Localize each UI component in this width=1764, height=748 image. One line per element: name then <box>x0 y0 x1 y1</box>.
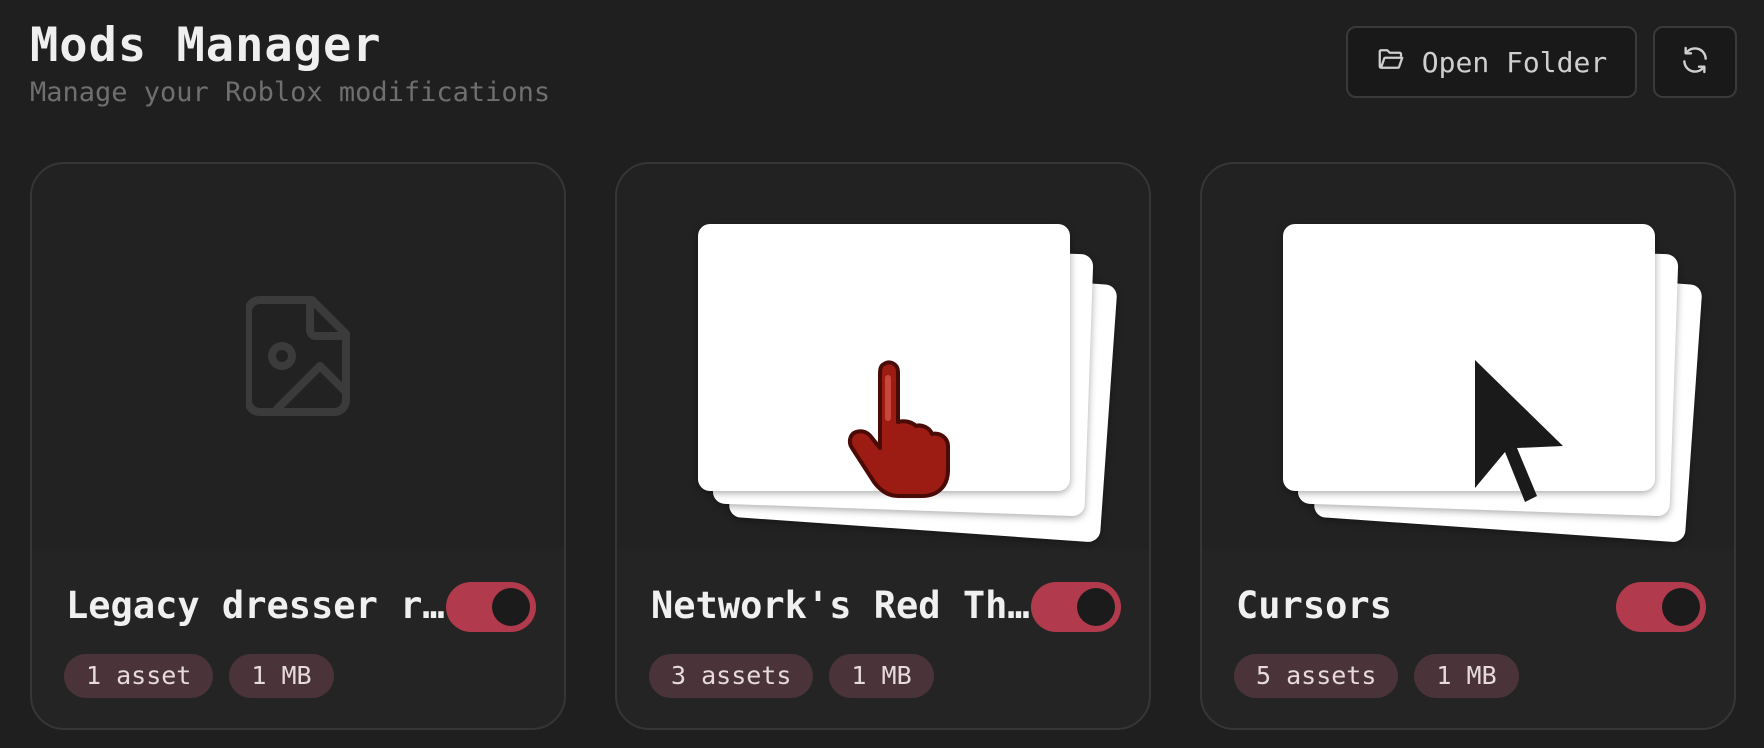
size-badge: 1 MB <box>229 654 334 698</box>
open-folder-button[interactable]: Open Folder <box>1346 26 1637 98</box>
mod-name: Legacy dresser r… <box>66 584 445 627</box>
mod-enable-toggle[interactable] <box>1031 582 1121 632</box>
asset-count-badge: 1 asset <box>64 654 214 698</box>
toggle-knob <box>1077 588 1115 626</box>
size-badge: 1 MB <box>829 654 934 698</box>
mod-preview <box>32 164 564 549</box>
toggle-knob <box>492 588 530 626</box>
mod-name: Cursors <box>1236 584 1392 627</box>
folder-open-icon <box>1376 44 1406 81</box>
preview-stack-card <box>698 224 1070 498</box>
size-badge: 1 MB <box>1414 654 1519 698</box>
mod-card[interactable]: Legacy dresser r… 1 asset 1 MB <box>30 162 566 730</box>
refresh-icon <box>1679 44 1711 80</box>
refresh-button[interactable] <box>1653 26 1737 98</box>
open-folder-label: Open Folder <box>1421 45 1608 79</box>
asset-count-badge: 5 assets <box>1234 654 1399 698</box>
image-placeholder-icon <box>244 296 350 420</box>
mod-enable-toggle[interactable] <box>1616 582 1706 632</box>
mod-card[interactable]: Cursors 5 assets 1 MB <box>1200 162 1736 730</box>
arrow-cursor-icon <box>1475 360 1563 502</box>
mod-card[interactable]: Network's Red Th… 3 assets 1 MB <box>615 162 1151 730</box>
mod-enable-toggle[interactable] <box>446 582 536 632</box>
page-title: Mods Manager <box>30 18 382 73</box>
red-hand-cursor-icon <box>847 360 950 498</box>
preview-stack-card <box>1283 224 1655 502</box>
mod-name: Network's Red Th… <box>651 584 1030 627</box>
page-subtitle: Manage your Roblox modifications <box>30 77 551 108</box>
toggle-knob <box>1662 588 1700 626</box>
mod-preview <box>617 164 1149 549</box>
mod-preview <box>1202 164 1734 549</box>
asset-count-badge: 3 assets <box>649 654 814 698</box>
page-header: Mods Manager Manage your Roblox modifica… <box>30 18 550 110</box>
